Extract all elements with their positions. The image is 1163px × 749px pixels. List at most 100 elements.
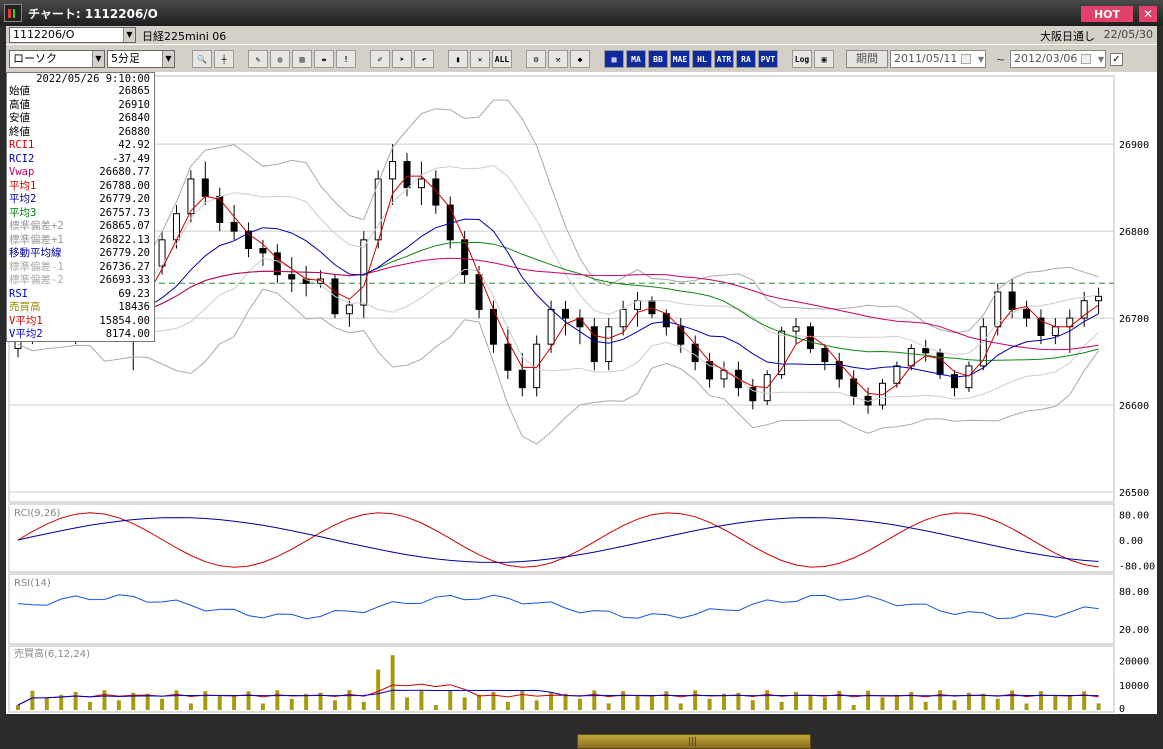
data-window-value: 26680.77 — [99, 166, 150, 178]
data-window-row: 標準偏差-2 26693.33 — [9, 274, 152, 288]
delete-icon[interactable]: ✕ — [470, 50, 490, 68]
date-to-field[interactable]: 2012/03/06 ▼ — [1010, 50, 1106, 68]
chevron-down-icon[interactable]: ▼ — [162, 51, 174, 67]
magnify-icon[interactable]: ◎ — [270, 50, 290, 68]
gear-icon[interactable]: ⚙ — [526, 50, 546, 68]
indicator-ra-button[interactable]: RA — [736, 50, 756, 68]
data-window-label: RSI — [9, 287, 28, 300]
log-label: Log — [794, 54, 810, 64]
data-window-row: RCI2 -37.49 — [9, 153, 152, 167]
volume-panel-label: 売買高(6,12,24) — [14, 647, 90, 660]
volume-bar — [260, 703, 265, 710]
chart-area[interactable]: 26500 26600 26700 26800 26900 80.00 0.00 -80.00… — [6, 72, 1157, 714]
candle-body — [792, 326, 800, 332]
data-window-value: 26788.00 — [99, 179, 150, 192]
volume-bar — [232, 696, 237, 710]
data-window-value: 26910 — [118, 98, 150, 111]
data-window-row: 売買高 18436 — [9, 301, 152, 315]
split-icon[interactable]: ⇹ — [314, 50, 334, 68]
data-window-row: 平均3 26757.73 — [9, 207, 152, 221]
volume-bar — [174, 690, 179, 710]
volume-bar — [1038, 691, 1043, 710]
indicator-pvt-button[interactable]: PVT — [758, 50, 778, 68]
candle-body — [562, 308, 569, 319]
horizontal-scrollbar[interactable]: ||| — [0, 714, 1163, 749]
indicator-ma-button[interactable]: MA — [626, 50, 646, 68]
data-window-value: 26865 — [118, 85, 150, 97]
calendar-icon[interactable] — [1081, 54, 1091, 64]
tools-icon[interactable]: ⚒ — [548, 50, 568, 68]
info-icon[interactable]: ! — [336, 50, 356, 68]
candle-body — [965, 365, 973, 389]
data-window-value: 26822.13 — [99, 233, 150, 246]
volume-bar — [621, 691, 626, 710]
draw-icon[interactable]: ✎ — [248, 50, 268, 68]
chart-type-select[interactable]: ローソク ▼ — [9, 50, 105, 68]
volume-bar — [1082, 691, 1087, 710]
indicator-bb-button[interactable]: BB — [648, 50, 668, 68]
volume-bar — [188, 703, 193, 710]
chevron-down-icon[interactable]: ▼ — [92, 51, 104, 67]
export-icon[interactable]: ▣ — [814, 50, 834, 68]
volume-bar — [275, 690, 280, 710]
period-button[interactable]: 期間 — [846, 50, 888, 68]
price-chart[interactable]: 26500 26600 26700 26800 26900 80.00 0.00 -80.00… — [6, 72, 1157, 714]
candle-body — [1008, 291, 1016, 310]
rsi-tick-label: 20.00 — [1119, 625, 1149, 636]
data-window-row: V平均2 8174.00 — [9, 328, 152, 342]
symbol-code-select[interactable]: 1112206/O ▼ — [9, 27, 136, 43]
all-icon[interactable]: ALL — [492, 50, 512, 68]
price-tick-label: 26600 — [1119, 401, 1149, 412]
candle-body — [907, 348, 915, 367]
rci-tick-label: 80.00 — [1119, 510, 1149, 521]
candle-body — [504, 343, 512, 371]
period-label: 期間 — [856, 52, 878, 65]
undo-icon[interactable]: ↶ — [414, 50, 434, 68]
volume-bar — [520, 690, 525, 710]
pen-icon[interactable]: ✐ — [370, 50, 390, 68]
volume-bar — [1067, 696, 1072, 710]
calendar-icon[interactable] — [961, 54, 971, 64]
volume-bar — [866, 690, 871, 710]
chart-type-value: ローソク — [13, 52, 57, 65]
color-icon[interactable]: ◆ — [570, 50, 590, 68]
chevron-down-icon[interactable]: ▼ — [978, 52, 984, 68]
chevron-down-icon[interactable]: ▼ — [1098, 52, 1104, 68]
candle-icon[interactable]: ▮ — [448, 50, 468, 68]
symbol-row: 1112206/O ▼ 日経225mini 06 大阪日通し 22/05/30 — [6, 26, 1157, 44]
volume-bar — [361, 701, 366, 710]
cursor-icon[interactable]: ➤ — [392, 50, 412, 68]
indicator-hl-button[interactable]: HL — [692, 50, 712, 68]
volume-indicator-icon[interactable]: ▦ — [604, 50, 624, 68]
data-window-value: 69.23 — [118, 287, 150, 300]
data-window-row: 始値 26865 — [9, 85, 152, 99]
toolbar: ローソク ▼ 5分足 ▼ 🔍 ┼ ✎ ◎ ▥ ⇹ ! ✐ ➤ ↶ ▮ ✕ ALL… — [6, 44, 1157, 72]
zoom-icon[interactable]: 🔍 — [192, 50, 212, 68]
log-button[interactable]: Log — [792, 50, 812, 68]
bar-chart-icon[interactable]: ▥ — [292, 50, 312, 68]
indicator-label: HL — [697, 54, 707, 64]
volume-bar — [794, 691, 799, 710]
indicator-atr-button[interactable]: ATR — [714, 50, 734, 68]
indicator-mae-button[interactable]: MAE — [670, 50, 690, 68]
data-window-value: -37.49 — [112, 152, 150, 165]
date-from-field[interactable]: 2011/05/11 ▼ — [890, 50, 986, 68]
data-window-value: 42.92 — [118, 139, 150, 151]
period-checkbox[interactable]: ✓ — [1110, 53, 1123, 66]
candle-body — [1051, 326, 1059, 336]
data-window-row: 標準偏差+1 26822.13 — [9, 234, 152, 248]
data-window-label: 標準偏差+2 — [9, 220, 64, 232]
interval-select[interactable]: 5分足 ▼ — [107, 50, 175, 68]
rsi-panel — [8, 573, 1115, 645]
volume-bar — [462, 697, 467, 710]
volume-bar — [30, 690, 35, 710]
scroll-thumb[interactable]: ||| — [577, 734, 811, 749]
close-button[interactable]: ✕ — [1139, 6, 1157, 22]
data-window-label: RCI1 — [9, 139, 35, 151]
crosshair-icon[interactable]: ┼ — [214, 50, 234, 68]
hot-button[interactable]: HOT — [1081, 6, 1133, 22]
chevron-down-icon[interactable]: ▼ — [123, 28, 135, 42]
data-window-row: 標準偏差+2 26865.07 — [9, 220, 152, 234]
indicator-label: MAE — [672, 54, 688, 64]
data-window-row: 標準偏差-1 26736.27 — [9, 261, 152, 275]
